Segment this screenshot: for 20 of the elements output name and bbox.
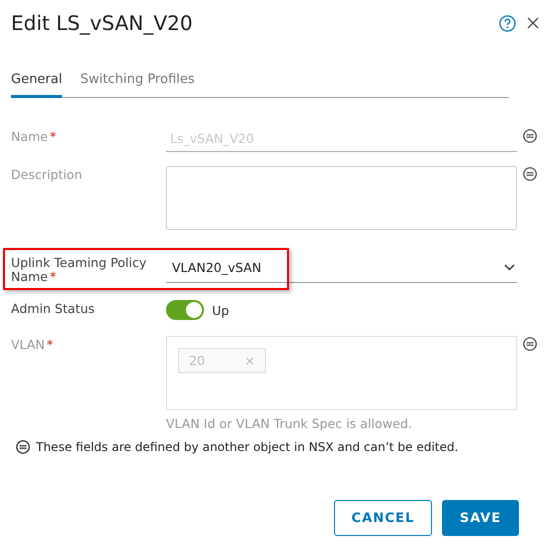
field-label: Name * — [11, 128, 58, 144]
policy-dropdown[interactable]: VLAN20_vSAN — [166, 256, 517, 283]
cancel-button[interactable]: CANCEL — [334, 500, 432, 536]
toggle-label: Up — [212, 302, 230, 318]
info-note: These fields are defined by another object in NSX and can’t be edited. — [36, 440, 458, 454]
help-icon[interactable] — [499, 14, 516, 32]
field-label: VLAN * — [11, 336, 54, 352]
field-label: Description — [11, 166, 84, 182]
field-hint: VLAN Id or VLAN Trunk Spec is allowed. — [166, 416, 414, 431]
close-icon[interactable] — [527, 17, 539, 29]
locked-field-icon — [16, 440, 30, 454]
tab[interactable]: Switching Profiles — [80, 72, 195, 98]
tab[interactable]: General — [11, 72, 62, 98]
field-label: Uplink Teaming Policy Name * — [11, 254, 148, 284]
save-button[interactable]: SAVE — [442, 500, 519, 536]
chevron-down-icon — [504, 264, 515, 271]
vlan-tag: 20 × — [178, 348, 266, 373]
field-label: Admin Status — [11, 300, 96, 316]
dialog-title: Edit LS_vSAN_V20 — [11, 11, 194, 35]
toggle-switch[interactable] — [166, 300, 204, 320]
